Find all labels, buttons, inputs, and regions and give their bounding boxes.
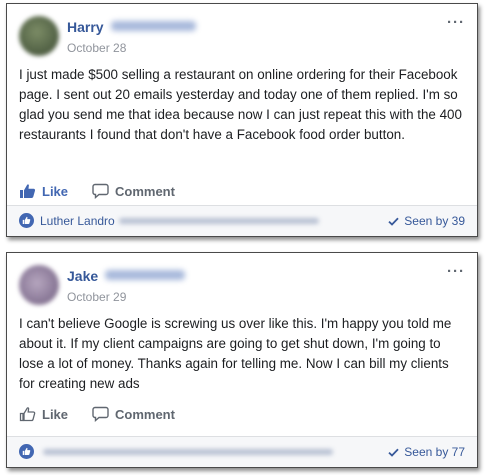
seen-by[interactable]: Seen by 77 <box>388 445 465 459</box>
comment-button[interactable]: Comment <box>92 180 175 202</box>
comment-button[interactable]: Comment <box>92 403 175 425</box>
liked-by-name[interactable]: Luther Landro <box>40 214 115 228</box>
redacted-likes <box>43 449 333 455</box>
thumbs-up-icon <box>19 407 36 422</box>
speech-bubble-icon <box>92 406 109 422</box>
checkmark-icon <box>388 448 399 457</box>
author-name[interactable]: Harry <box>67 19 104 35</box>
redacted-surname <box>111 21 196 31</box>
post-actions: Like Comment <box>19 403 465 425</box>
comment-label: Comment <box>115 183 175 199</box>
post-footer: Seen by 77 <box>7 436 477 467</box>
comment-label: Comment <box>115 406 175 422</box>
thumbs-up-icon <box>20 184 36 198</box>
reactions-summary[interactable] <box>19 444 40 459</box>
seen-count: Seen by 77 <box>404 445 465 459</box>
like-badge-icon <box>19 213 34 228</box>
post-text: I can't believe Google is screwing us ov… <box>19 316 452 391</box>
post-card: Jake October 29 ··· I can't believe Goog… <box>6 252 478 468</box>
like-button[interactable]: Like <box>19 180 68 202</box>
post-actions: Like Comment <box>19 180 465 202</box>
more-options-icon[interactable]: ··· <box>447 263 465 280</box>
like-label: Like <box>42 406 69 422</box>
checkmark-icon <box>388 217 399 226</box>
post-date[interactable]: October 29 <box>67 290 126 304</box>
like-badge-icon <box>19 444 34 459</box>
post-card: Harry October 28 ··· I just made $500 se… <box>6 3 478 237</box>
redacted-surname <box>105 270 185 280</box>
avatar[interactable] <box>19 16 59 56</box>
avatar[interactable] <box>19 265 59 305</box>
seen-count: Seen by 39 <box>404 214 465 228</box>
redacted-likes <box>119 218 319 224</box>
like-button[interactable]: Like <box>19 403 68 425</box>
post-date[interactable]: October 28 <box>67 41 126 55</box>
reactions-summary[interactable]: Luther Landro <box>19 213 115 228</box>
seen-by[interactable]: Seen by 39 <box>388 214 465 228</box>
like-label: Like <box>42 183 69 199</box>
more-options-icon[interactable]: ··· <box>447 14 465 31</box>
speech-bubble-icon <box>92 183 109 199</box>
post-text: I just made $500 selling a restaurant on… <box>19 67 462 142</box>
post-footer: Luther Landro Seen by 39 <box>7 205 477 236</box>
author-name[interactable]: Jake <box>67 268 98 284</box>
